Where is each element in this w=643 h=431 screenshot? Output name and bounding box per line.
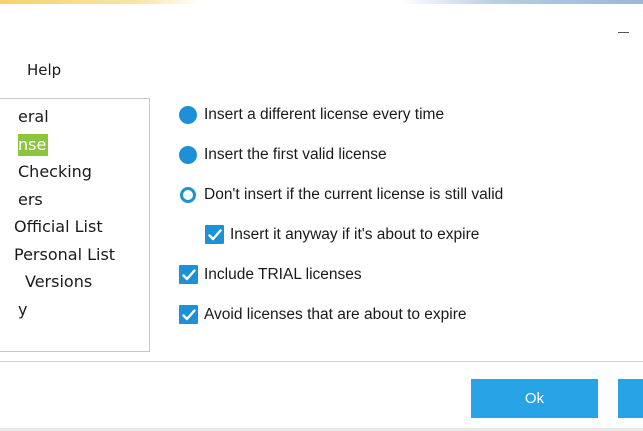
minimize-icon bbox=[617, 31, 629, 33]
radio-icon bbox=[179, 146, 197, 164]
checkbox-avoid-expiring-licenses[interactable]: Avoid licenses that are about to expire bbox=[179, 305, 467, 324]
radio-icon bbox=[179, 106, 197, 124]
radio-insert-different-license[interactable]: Insert a different license every time bbox=[179, 106, 444, 124]
checkbox-include-trial-licenses[interactable]: Include TRIAL licenses bbox=[179, 265, 362, 284]
radio-insert-first-valid-license-label: Insert the first valid license bbox=[204, 146, 387, 163]
nav-item-license[interactable]: nse bbox=[0, 131, 149, 159]
nav-item-label: nse bbox=[18, 133, 49, 156]
nav-item-label: Personal List bbox=[14, 244, 116, 264]
dialog-footer: Ok bbox=[0, 362, 643, 431]
nav-item-personal-list[interactable]: Personal List bbox=[0, 241, 149, 269]
menu-item-help[interactable]: Help bbox=[27, 61, 61, 79]
nav-item-versions[interactable]: Versions bbox=[0, 268, 149, 296]
cancel-button[interactable] bbox=[618, 379, 643, 418]
menu-bar: Help bbox=[0, 58, 61, 82]
radio-insert-different-license-label: Insert a different license every time bbox=[204, 106, 445, 123]
nav-item-label: ers bbox=[18, 189, 43, 209]
title-bar-accent-right bbox=[400, 0, 643, 4]
nav-item-label: y bbox=[18, 299, 28, 319]
checkbox-avoid-expiring-licenses-label: Avoid licenses that are about to expire bbox=[204, 305, 467, 323]
checkbox-icon bbox=[179, 305, 198, 324]
nav-item-official-list[interactable]: Official List bbox=[0, 213, 149, 241]
minimize-button[interactable] bbox=[612, 22, 634, 42]
checkbox-insert-anyway-if-expiring[interactable]: Insert it anyway if it's about to expire bbox=[205, 225, 479, 244]
settings-nav-panel: eral nse Checking ers Official List Pers… bbox=[0, 98, 150, 352]
checkbox-icon bbox=[179, 265, 198, 284]
radio-dont-insert-if-valid-label: Don't insert if the current license is s… bbox=[204, 186, 504, 203]
nav-item-label: Official List bbox=[14, 217, 103, 236]
nav-item-users[interactable]: ers bbox=[0, 186, 149, 214]
ok-button[interactable]: Ok bbox=[471, 379, 598, 418]
checkbox-icon bbox=[205, 225, 224, 244]
radio-dont-insert-if-valid[interactable]: Don't insert if the current license is s… bbox=[179, 186, 503, 204]
radio-icon bbox=[180, 187, 196, 203]
nav-item-label: eral bbox=[18, 107, 49, 126]
checkbox-insert-anyway-if-expiring-label: Insert it anyway if it's about to expire bbox=[230, 225, 480, 243]
settings-nav-list: eral nse Checking ers Official List Pers… bbox=[0, 103, 149, 323]
radio-insert-first-valid-license[interactable]: Insert the first valid license bbox=[179, 146, 387, 164]
nav-item-label: Versions bbox=[25, 272, 93, 291]
nav-item-label: Checking bbox=[18, 162, 92, 181]
title-bar-accent-left bbox=[0, 0, 200, 4]
options-window: Help eral nse Checking ers Official List… bbox=[0, 0, 643, 431]
checkbox-include-trial-licenses-label: Include TRIAL licenses bbox=[204, 265, 362, 283]
nav-item-general[interactable]: eral bbox=[0, 103, 149, 131]
nav-item-checking[interactable]: Checking bbox=[0, 158, 149, 186]
nav-item-history[interactable]: y bbox=[0, 296, 149, 324]
